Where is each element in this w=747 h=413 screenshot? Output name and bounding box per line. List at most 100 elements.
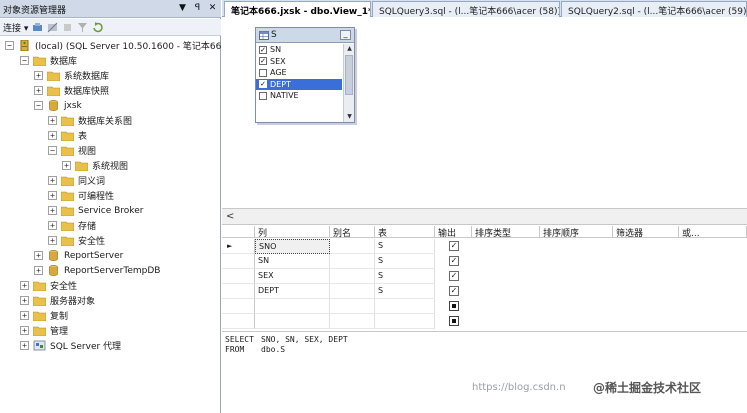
- tree-node-reportservertempdb[interactable]: + ReportServerTempDB: [34, 263, 160, 278]
- grid-cell-column[interactable]: SNO: [255, 239, 330, 254]
- tree-node-system-views[interactable]: + 系统视图: [62, 158, 128, 173]
- grid-cell-column[interactable]: SEX: [255, 269, 330, 284]
- tree-node-views[interactable]: − 视图: [48, 143, 96, 158]
- output-checkbox-indeterminate[interactable]: [449, 316, 459, 326]
- table-box-s[interactable]: S _ ✓ SN ✓ SEX AGE ✓ DEPT NATIVE ▲ ▼: [255, 27, 355, 123]
- grid-header-filter[interactable]: 筛选器: [613, 226, 679, 239]
- tree-node-reportserver[interactable]: + ReportServer: [34, 248, 123, 263]
- dropdown-icon[interactable]: ▼: [176, 2, 189, 15]
- tree-node-system-databases[interactable]: + 系统数据库: [34, 68, 109, 83]
- grid-header-sort-order[interactable]: 排序顺序: [540, 226, 613, 239]
- tree-node-diagrams[interactable]: + 数据库关系图: [48, 113, 132, 128]
- grid-header-sort-type[interactable]: 排序类型: [472, 226, 540, 239]
- expand-icon[interactable]: +: [34, 71, 43, 80]
- grid-cell-alias[interactable]: [330, 314, 375, 329]
- row-selector[interactable]: ►: [222, 239, 255, 254]
- grid-header-column[interactable]: 列: [255, 226, 330, 239]
- table-column-row[interactable]: ✓ SN: [256, 44, 342, 56]
- grid-cell-alias[interactable]: [330, 269, 375, 284]
- grid-cell-table[interactable]: [375, 299, 435, 314]
- output-checkbox[interactable]: ✓: [449, 271, 459, 281]
- output-checkbox[interactable]: ✓: [449, 286, 459, 296]
- row-selector[interactable]: [222, 269, 255, 284]
- expand-icon[interactable]: +: [34, 266, 43, 275]
- expand-icon[interactable]: +: [34, 86, 43, 95]
- grid-cell-column[interactable]: DEPT: [255, 284, 330, 299]
- grid-header-or[interactable]: 或...: [679, 226, 747, 239]
- expand-icon[interactable]: +: [48, 191, 57, 200]
- tree-node-management[interactable]: + 管理: [20, 323, 68, 338]
- tree-node-jxsk[interactable]: − jxsk: [34, 98, 82, 113]
- output-checkbox-indeterminate[interactable]: [449, 301, 459, 311]
- table-column-row-selected[interactable]: ✓ DEPT: [256, 78, 342, 90]
- grid-cell-table[interactable]: S: [375, 254, 435, 269]
- expand-icon[interactable]: +: [48, 206, 57, 215]
- sql-line-from[interactable]: FROM dbo.S: [225, 345, 285, 354]
- expand-icon[interactable]: +: [34, 251, 43, 260]
- filter-icon[interactable]: [77, 22, 88, 33]
- output-checkbox[interactable]: ✓: [449, 241, 459, 251]
- grid-header-alias[interactable]: 别名: [330, 226, 375, 239]
- collapse-icon[interactable]: −: [5, 41, 14, 50]
- expand-icon[interactable]: +: [48, 116, 57, 125]
- table-column-row[interactable]: ✓ SEX: [256, 56, 342, 68]
- tree-node-service-broker[interactable]: + Service Broker: [48, 203, 143, 218]
- output-checkbox[interactable]: ✓: [449, 256, 459, 266]
- tree-node-sql-agent[interactable]: + SQL Server 代理: [20, 338, 121, 353]
- tree-node-replication[interactable]: + 复制: [20, 308, 68, 323]
- minimize-button[interactable]: _: [340, 30, 351, 40]
- column-checkbox[interactable]: ✓: [259, 80, 267, 89]
- row-selector[interactable]: [222, 284, 255, 299]
- expand-icon[interactable]: +: [20, 296, 29, 305]
- table-column-row[interactable]: NATIVE: [256, 90, 342, 102]
- collapse-icon[interactable]: −: [48, 146, 57, 155]
- tree-node-storage[interactable]: + 存储: [48, 218, 96, 233]
- column-checkbox[interactable]: ✓: [259, 57, 267, 66]
- scroll-left-icon[interactable]: <: [226, 211, 234, 222]
- grid-header-output[interactable]: 输出: [435, 226, 472, 239]
- tree-node-synonyms[interactable]: + 同义词: [48, 173, 105, 188]
- grid-cell-table[interactable]: S: [375, 284, 435, 299]
- expand-icon[interactable]: +: [48, 131, 57, 140]
- tab-sqlquery3[interactable]: SQLQuery3.sql - (l...笔记本666\acer (58))*: [372, 1, 560, 17]
- collapse-icon[interactable]: −: [20, 56, 29, 65]
- grid-cell-alias[interactable]: [330, 254, 375, 269]
- expand-icon[interactable]: +: [48, 221, 57, 230]
- tree-node-tables[interactable]: + 表: [48, 128, 87, 143]
- stop-icon[interactable]: [62, 22, 73, 33]
- grid-cell-table[interactable]: [375, 314, 435, 329]
- expand-icon[interactable]: +: [20, 326, 29, 335]
- expand-icon[interactable]: +: [48, 236, 57, 245]
- sql-pane[interactable]: SELECT SNO, SN, SEX, DEPT FROM dbo.S: [222, 331, 747, 413]
- tab-sqlquery2[interactable]: SQLQuery2.sql - (l...笔记本666\acer (59))*: [561, 1, 747, 17]
- grid-cell-alias[interactable]: [330, 299, 375, 314]
- grid-cell-table[interactable]: S: [375, 269, 435, 284]
- row-selector[interactable]: [222, 314, 255, 329]
- scroll-thumb[interactable]: [345, 55, 353, 95]
- grid-cell-alias[interactable]: [330, 284, 375, 299]
- refresh-icon[interactable]: [92, 21, 104, 33]
- column-checkbox[interactable]: ✓: [259, 45, 267, 54]
- criteria-grid[interactable]: 列 别名 表 输出 排序类型 排序顺序 筛选器 或... ► SNO S ✓ S…: [222, 226, 747, 330]
- grid-cell-column[interactable]: [255, 314, 330, 329]
- tree-node-database-snapshots[interactable]: + 数据库快照: [34, 83, 109, 98]
- tree-node-server-objects[interactable]: + 服务器对象: [20, 293, 95, 308]
- pin-icon[interactable]: ꟼ: [191, 2, 204, 15]
- close-icon[interactable]: ✕: [206, 2, 219, 15]
- table-box-scrollbar[interactable]: ▲ ▼: [343, 44, 354, 122]
- row-selector[interactable]: [222, 254, 255, 269]
- tree-node-server[interactable]: − (local) (SQL Server 10.50.1600 - 笔记本66…: [5, 38, 230, 53]
- tree-node-security[interactable]: + 安全性: [20, 278, 77, 293]
- expand-icon[interactable]: +: [48, 176, 57, 185]
- disconnect-icon[interactable]: [47, 22, 58, 33]
- connect-button[interactable]: 连接 ▾: [3, 21, 28, 34]
- sql-line-select[interactable]: SELECT SNO, SN, SEX, DEPT: [225, 335, 348, 344]
- table-column-row[interactable]: AGE: [256, 67, 342, 79]
- expand-icon[interactable]: +: [20, 281, 29, 290]
- scroll-up-icon[interactable]: ▲: [344, 44, 355, 54]
- grid-cell-alias[interactable]: [330, 239, 375, 254]
- tree-node-databases[interactable]: − 数据库: [20, 53, 77, 68]
- column-checkbox[interactable]: [259, 91, 267, 100]
- grid-header-table[interactable]: 表: [375, 226, 435, 239]
- scroll-down-icon[interactable]: ▼: [344, 112, 355, 122]
